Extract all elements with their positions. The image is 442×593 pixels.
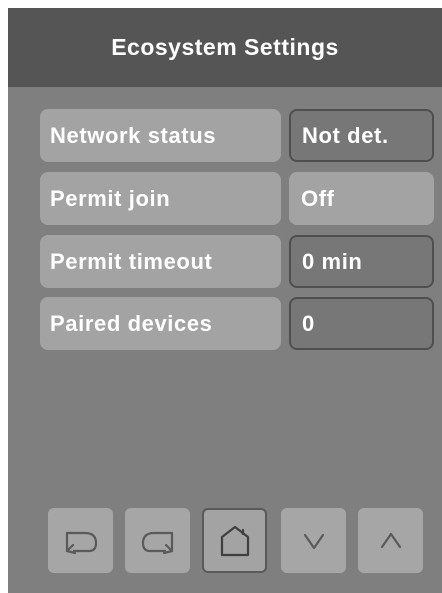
home-icon [213,519,257,563]
network-status-value: Not det. [289,109,434,162]
redo-icon [136,521,180,561]
paired-devices-value-text: 0 [302,310,315,336]
permit-join-label: Permit join [40,172,281,225]
chevron-up-icon [371,521,411,561]
home-button[interactable] [202,508,267,573]
chevron-down-icon [294,521,334,561]
header-bar: Ecosystem Settings [8,8,442,87]
network-status-label-text: Network status [50,122,217,148]
scroll-up-button[interactable] [358,508,423,573]
undo-button[interactable] [48,508,113,573]
permit-timeout-value-text: 0 min [302,248,363,274]
permit-timeout-value: 0 min [289,235,434,288]
paired-devices-value: 0 [289,297,434,350]
network-status-label: Network status [40,109,281,162]
paired-devices-label-text: Paired devices [50,310,213,336]
paired-devices-label: Paired devices [40,297,281,350]
device-screen: Ecosystem Settings Network status Not de… [8,8,442,593]
undo-icon [59,521,103,561]
permit-join-label-text: Permit join [50,185,171,211]
permit-timeout-label-text: Permit timeout [50,248,213,274]
permit-join-value-text: Off [301,185,335,211]
page-title: Ecosystem Settings [111,34,339,60]
redo-button[interactable] [125,508,190,573]
permit-join-toggle[interactable]: Off [289,172,434,225]
permit-timeout-label: Permit timeout [40,235,281,288]
scroll-down-button[interactable] [281,508,346,573]
network-status-value-text: Not det. [302,122,389,148]
